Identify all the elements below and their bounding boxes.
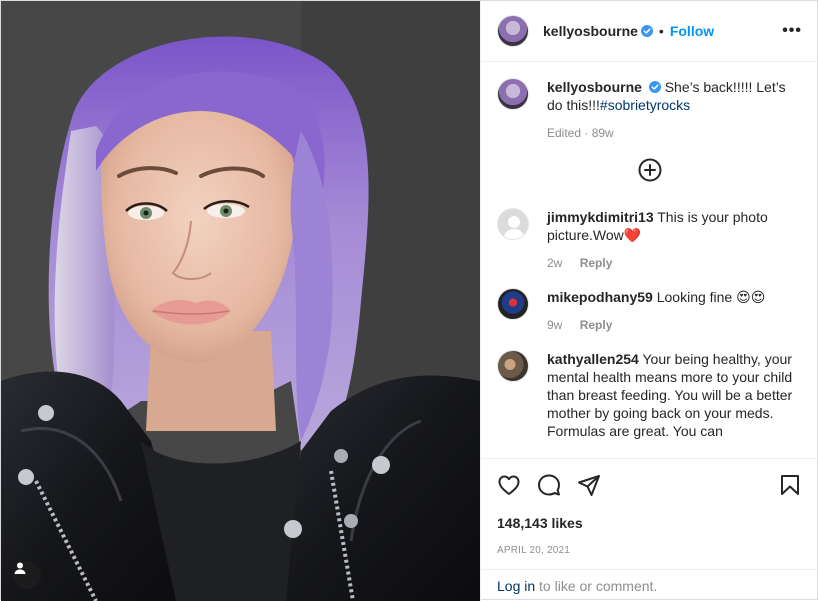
comment-item: mikepodhany59 Looking fine 😍😍 9w Reply xyxy=(497,288,802,334)
verified-badge-icon xyxy=(648,81,661,93)
user-tag-button[interactable] xyxy=(13,561,41,589)
login-link[interactable]: Log in xyxy=(497,578,535,594)
verified-badge-icon xyxy=(640,25,653,37)
post-details-panel: kellyosbourne • Follow ••• kellyosbourne xyxy=(480,1,818,601)
author-username[interactable]: kellyosbourne xyxy=(543,23,638,39)
caption: kellyosbourne She’s back!!!!! Let’s do t… xyxy=(497,78,802,142)
caption-username[interactable]: kellyosbourne xyxy=(547,79,642,95)
post-modal: kellyosbourne • Follow ••• kellyosbourne xyxy=(0,0,818,601)
post-date: APRIL 20, 2021 xyxy=(497,545,571,556)
user-tag-icon xyxy=(14,562,26,574)
likes-count[interactable]: 148,143 likes xyxy=(481,497,818,531)
login-suffix: to like or comment. xyxy=(535,578,658,594)
avatar[interactable] xyxy=(497,78,529,110)
header-separator: • xyxy=(658,23,664,39)
comment-username[interactable]: mikepodhany59 xyxy=(547,289,653,305)
comment-age: 9w xyxy=(547,318,563,332)
default-avatar-icon xyxy=(503,216,525,239)
comment-username[interactable]: kathyallen254 xyxy=(547,351,639,367)
post-photo[interactable] xyxy=(1,1,480,601)
heart-icon[interactable] xyxy=(497,473,521,497)
avatar[interactable] xyxy=(497,288,529,320)
more-options-button[interactable]: ••• xyxy=(782,22,802,40)
comment-age: 2w xyxy=(547,256,563,270)
plus-circle-icon[interactable] xyxy=(638,158,662,182)
avatar[interactable] xyxy=(497,350,529,382)
comments-list[interactable]: kellyosbourne She’s back!!!!! Let’s do t… xyxy=(481,62,818,458)
bookmark-icon[interactable] xyxy=(778,473,802,497)
comment-text: Looking fine 😍😍 xyxy=(656,289,766,305)
hashtag-link[interactable]: #sobrietyrocks xyxy=(600,97,690,113)
reply-button[interactable]: Reply xyxy=(580,318,613,332)
post-header: kellyosbourne • Follow ••• xyxy=(481,1,818,62)
reply-button[interactable]: Reply xyxy=(580,256,613,270)
comment-icon[interactable] xyxy=(537,473,561,497)
avatar[interactable] xyxy=(497,208,529,240)
comment-item: jimmykdimitri13 This is your photo pictu… xyxy=(497,208,802,272)
follow-button[interactable]: Follow xyxy=(670,23,714,39)
comment-username[interactable]: jimmykdimitri13 xyxy=(547,209,654,225)
caption-meta: Edited · 89w xyxy=(547,126,614,140)
comment-item: kathyallen254 Your being healthy, your m… xyxy=(497,350,802,440)
portrait-illustration xyxy=(1,1,480,601)
share-icon[interactable] xyxy=(577,473,601,497)
post-actions: 148,143 likes APRIL 20, 2021 Log in to l… xyxy=(481,458,818,601)
avatar[interactable] xyxy=(497,15,529,47)
login-prompt: Log in to like or comment. xyxy=(481,569,818,601)
